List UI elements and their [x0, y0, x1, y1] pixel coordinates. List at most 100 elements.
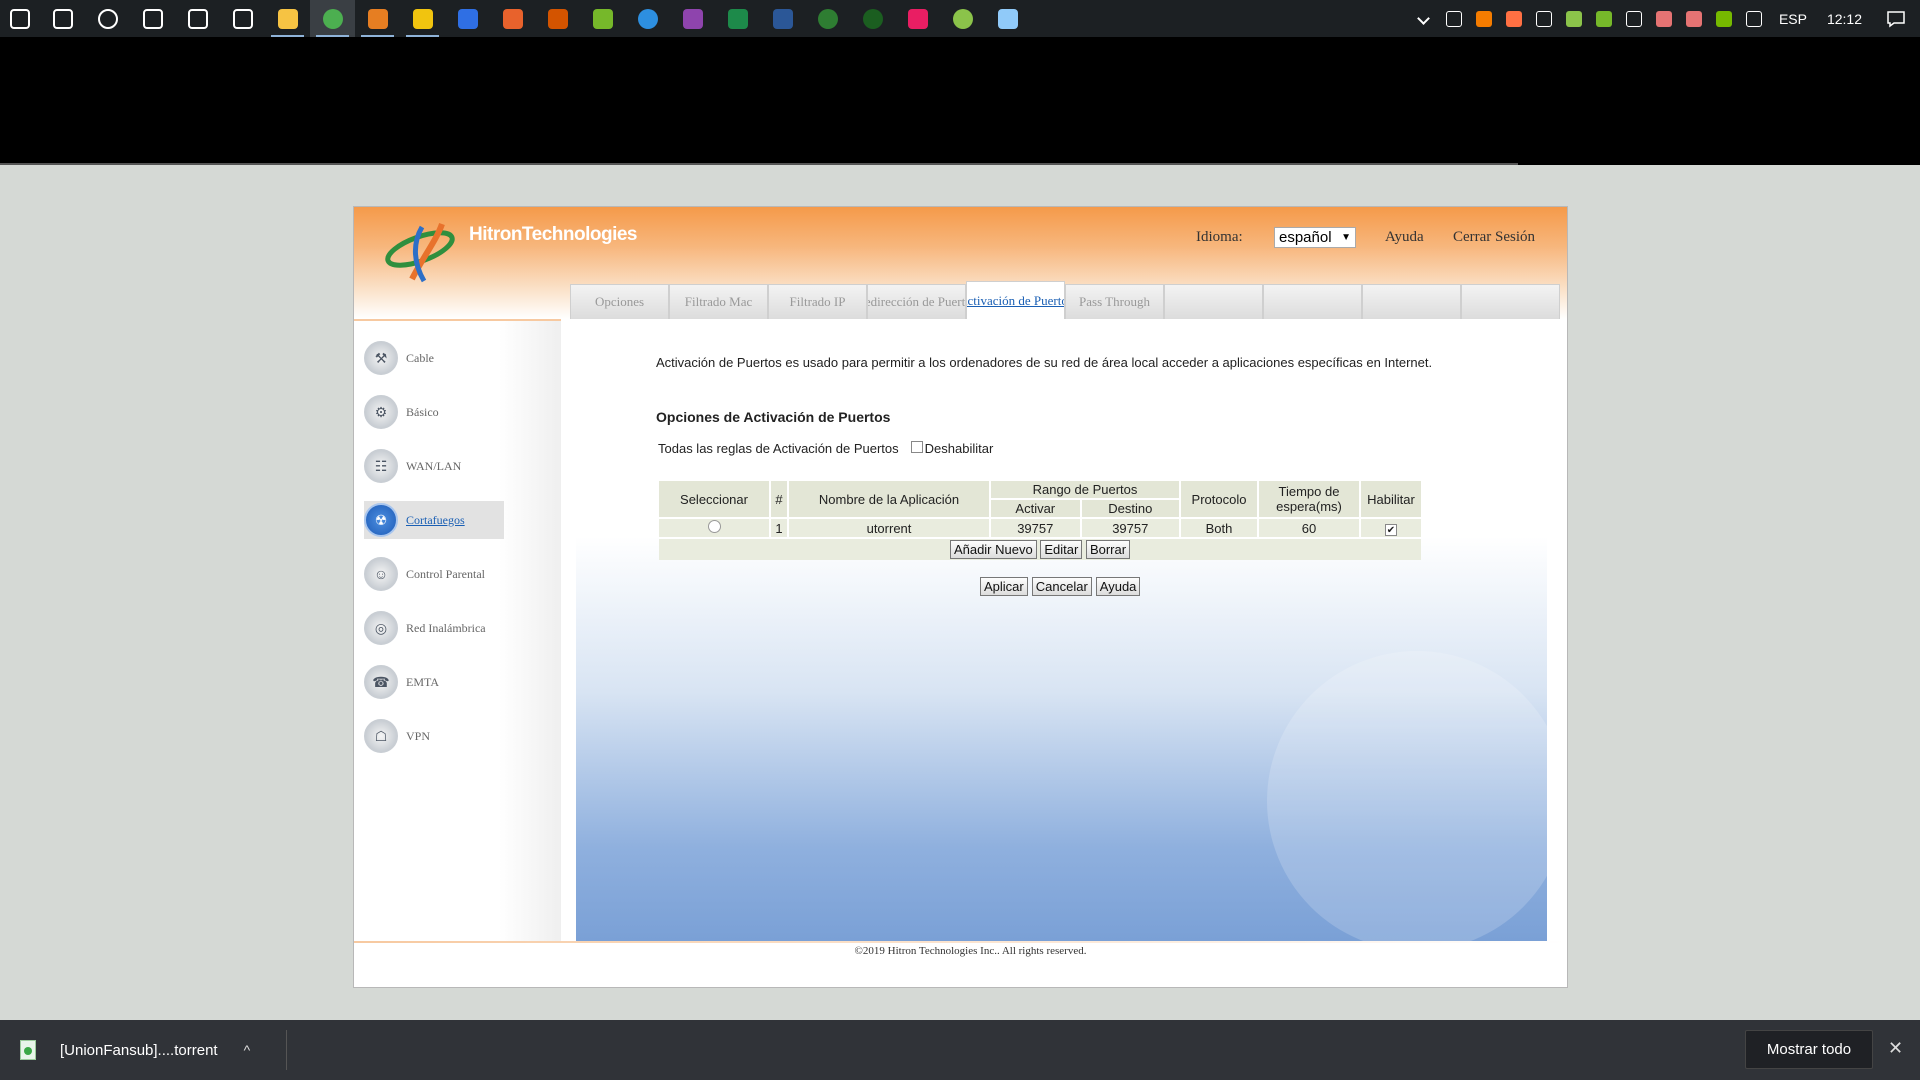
windows-start-icon[interactable] — [0, 0, 40, 37]
download-item[interactable]: [UnionFansub]....torrent ^ — [20, 1020, 250, 1080]
col-destination: Destino — [1081, 500, 1179, 517]
display-icon[interactable] — [1739, 0, 1769, 37]
utorrent-green-icon[interactable] — [940, 0, 985, 37]
file-explorer-icon[interactable] — [265, 0, 310, 37]
section-title: Opciones de Activación de Puertos — [656, 409, 891, 425]
orange-app-icon[interactable] — [490, 0, 535, 37]
utorrent-tray-icon-2[interactable] — [1589, 0, 1619, 37]
sidebar-item-control-parental[interactable]: ☺ Control Parental — [364, 555, 504, 593]
col-port-range: Rango de Puertos — [991, 481, 1179, 498]
col-trigger: Activar — [991, 500, 1080, 517]
shield-tray-icon[interactable] — [1529, 0, 1559, 37]
sidebar-item-label: Cortafuegos — [406, 512, 465, 527]
torrent-file-icon — [20, 1040, 36, 1060]
add-new-button[interactable]: Añadir Nuevo — [949, 540, 1037, 559]
sidebar-menu: ⚒ Cable ⚙ Básico ☷ WAN/LAN ☢ Cortafuegos ☺ Contro… — [354, 319, 561, 941]
tab-redirecci-n-de-puertos[interactable]: Redirección de Puertos — [867, 284, 966, 319]
chevron-up-icon[interactable]: ^ — [244, 1042, 251, 1058]
sidebar-item-cortafuegos[interactable]: ☢ Cortafuegos — [364, 501, 504, 539]
firewall-tabs: OpcionesFiltrado MacFiltrado IPRedirecci… — [570, 281, 1560, 319]
content-panel: Activación de Puertos es usado para perm… — [576, 319, 1567, 951]
utorrent-tray-icon[interactable] — [1559, 0, 1589, 37]
col-app-name: Nombre de la Aplicación — [789, 481, 989, 517]
sidebar-item-emta[interactable]: ☎ EMTA — [364, 663, 504, 701]
green-ball-icon[interactable] — [805, 0, 850, 37]
apply-button[interactable]: Aplicar — [980, 577, 1028, 596]
store-icon[interactable] — [220, 0, 265, 37]
download-separator — [286, 1030, 287, 1070]
dots-app-icon[interactable] — [895, 0, 940, 37]
sidebar-item-label: VPN — [406, 728, 431, 743]
header-help-link[interactable]: Ayuda — [1385, 229, 1424, 246]
table-row: 1 utorrent 39757 39757 Both 60 ✔ — [659, 519, 1421, 537]
video-editor-icon[interactable] — [400, 0, 445, 37]
notepad-icon[interactable] — [985, 0, 1030, 37]
router-header: HitronTechnologies Idioma: español ▼ Ayu… — [354, 207, 1567, 319]
tab-pass-through[interactable]: Pass Through — [1065, 284, 1164, 319]
taskbar-apps — [0, 0, 1030, 37]
download-file-name: [UnionFansub]....torrent — [60, 1041, 218, 1059]
search-icon[interactable] — [40, 0, 85, 37]
task-view-icon[interactable] — [130, 0, 175, 37]
tab-empty-8 — [1362, 284, 1461, 319]
utorrent-icon[interactable] — [580, 0, 625, 37]
orange-tray-icon[interactable] — [1499, 0, 1529, 37]
footer-divider — [354, 941, 1567, 943]
sidebar-item-wan-lan[interactable]: ☷ WAN/LAN — [364, 447, 504, 485]
close-icon[interactable]: ✕ — [1888, 1038, 1903, 1059]
network-icon-1[interactable] — [1649, 0, 1679, 37]
logout-link[interactable]: Cerrar Sesión — [1453, 229, 1535, 246]
col-number: # — [771, 481, 787, 517]
media-player-icon[interactable] — [355, 0, 400, 37]
tray-icons — [1409, 0, 1769, 37]
sidebar-item-red-inalambrica[interactable]: ◎ Red Inalámbrica — [364, 609, 504, 647]
delete-button[interactable]: Borrar — [1085, 540, 1131, 559]
tab-activaci-n-de-puertos[interactable]: Activación de Puertos — [966, 281, 1065, 319]
row-enable-checkbox[interactable]: ✔ — [1385, 523, 1397, 536]
cancel-button[interactable]: Cancelar — [1031, 577, 1092, 596]
word-icon[interactable] — [760, 0, 805, 37]
globe-app-icon[interactable] — [850, 0, 895, 37]
tab-filtrado-ip[interactable]: Filtrado IP — [768, 284, 867, 319]
help-button[interactable]: Ayuda — [1095, 577, 1141, 596]
tab-opciones[interactable]: Opciones — [570, 284, 669, 319]
gears-icon: ⚙ — [364, 395, 398, 429]
disable-label: Deshabilitar — [924, 441, 994, 456]
col-protocol: Protocolo — [1181, 481, 1257, 517]
sidebar-item-label: WAN/LAN — [406, 458, 462, 473]
sidebar-item-label: EMTA — [406, 674, 440, 689]
download-app-icon[interactable] — [625, 0, 670, 37]
language-select[interactable]: español ▼ — [1274, 227, 1356, 248]
col-select: Seleccionar — [659, 481, 769, 517]
volume-icon[interactable] — [1619, 0, 1649, 37]
clock[interactable]: 12:12 — [1817, 11, 1872, 27]
wrench-icon: ⚒ — [364, 341, 398, 375]
tab-filtrado-mac[interactable]: Filtrado Mac — [669, 284, 768, 319]
col-enable: Habilitar — [1361, 481, 1421, 517]
sidebar-item-vpn[interactable]: ☖ VPN — [364, 717, 504, 755]
sidebar-item-label: Red Inalámbrica — [406, 620, 486, 635]
sidebar-item-cable[interactable]: ⚒ Cable — [364, 339, 504, 377]
chrome-icon[interactable] — [310, 0, 355, 37]
network-icon-2[interactable] — [1679, 0, 1709, 37]
game-app-icon[interactable] — [535, 0, 580, 37]
row-select-radio[interactable] — [707, 520, 721, 533]
sidebar-item-label: Control Parental — [406, 566, 485, 581]
nvidia-icon[interactable] — [1709, 0, 1739, 37]
language-indicator[interactable]: ESP — [1769, 11, 1817, 27]
avast-icon[interactable] — [1469, 0, 1499, 37]
show-all-button[interactable]: Mostrar todo — [1745, 1030, 1873, 1069]
sidebar-item-basico[interactable]: ⚙ Básico — [364, 393, 504, 431]
vpn-lock-icon: ☖ — [364, 719, 398, 753]
photo-app-icon[interactable] — [670, 0, 715, 37]
edit-button[interactable]: Editar — [1040, 540, 1083, 559]
shield-app-icon[interactable] — [445, 0, 490, 37]
all-rules-row: Todas las reglas de Activación de Puerto… — [658, 440, 994, 456]
excel-icon[interactable] — [715, 0, 760, 37]
chevron-up-icon[interactable] — [1409, 0, 1439, 37]
mail-icon[interactable] — [175, 0, 220, 37]
cortana-icon[interactable] — [85, 0, 130, 37]
disable-checkbox[interactable] — [910, 440, 923, 453]
usb-icon[interactable] — [1439, 0, 1469, 37]
notifications-icon[interactable] — [1872, 0, 1920, 37]
